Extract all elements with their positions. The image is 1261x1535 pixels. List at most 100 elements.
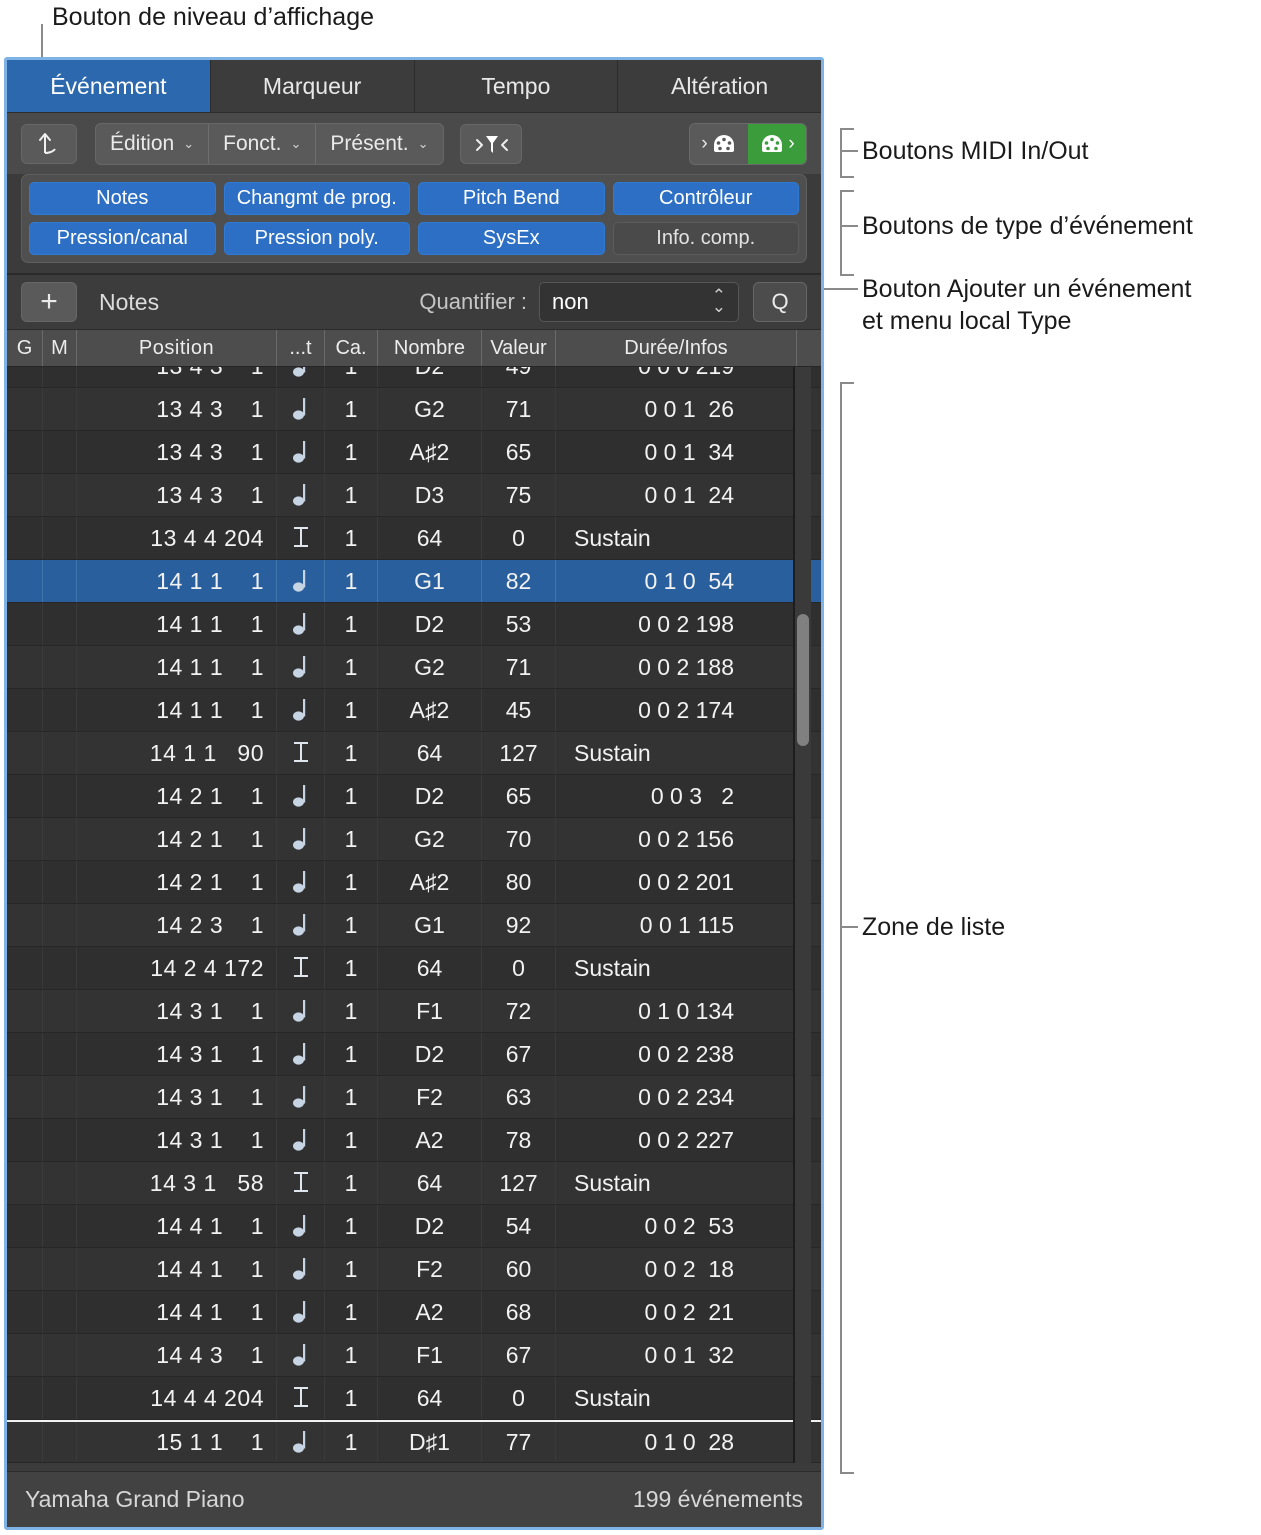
row-cell-g[interactable] xyxy=(7,732,43,774)
row-cell-type[interactable] xyxy=(277,646,325,688)
row-cell-position[interactable]: 13 4 3 1 xyxy=(77,367,277,387)
row-cell-duree-infos[interactable]: 0 0 2 234 xyxy=(556,1076,797,1118)
event-type-sysex[interactable]: SysEx xyxy=(418,222,605,255)
row-cell-valeur[interactable]: 63 xyxy=(482,1076,556,1118)
row-cell-duree-infos[interactable]: 0 0 2 174 xyxy=(556,689,797,731)
table-row[interactable]: 14 4 3 1 1 F1 67 0 0 1 32 xyxy=(7,1334,821,1377)
row-cell-type[interactable] xyxy=(277,1033,325,1075)
row-cell-channel[interactable]: 1 xyxy=(325,1162,378,1204)
row-cell-nombre[interactable]: F1 xyxy=(378,1334,482,1376)
table-row[interactable]: 14 4 1 1 1 F2 60 0 0 2 18 xyxy=(7,1248,821,1291)
row-cell-m[interactable] xyxy=(43,689,77,731)
row-cell-nombre[interactable]: 64 xyxy=(378,732,482,774)
row-cell-channel[interactable]: 1 xyxy=(325,990,378,1032)
row-cell-valeur[interactable]: 67 xyxy=(482,1033,556,1075)
row-cell-nombre[interactable]: D2 xyxy=(378,1033,482,1075)
column-header-m[interactable]: M xyxy=(43,330,77,366)
row-cell-g[interactable] xyxy=(7,818,43,860)
row-cell-channel[interactable]: 1 xyxy=(325,689,378,731)
row-cell-duree-infos[interactable]: 0 1 0 28 xyxy=(556,1422,797,1462)
row-cell-type[interactable] xyxy=(277,474,325,516)
row-cell-g[interactable] xyxy=(7,646,43,688)
table-row[interactable]: 13 4 3 1 1 D3 75 0 0 1 24 xyxy=(7,474,821,517)
row-cell-nombre[interactable]: 64 xyxy=(378,1377,482,1419)
row-cell-position[interactable]: 14 3 1 1 xyxy=(77,1033,277,1075)
row-cell-position[interactable]: 14 3 1 58 xyxy=(77,1162,277,1204)
row-cell-duree-infos[interactable]: Sustain xyxy=(556,732,797,774)
row-cell-position[interactable]: 14 1 1 90 xyxy=(77,732,277,774)
quantize-select[interactable]: non ⌃ ⌄ xyxy=(539,282,739,322)
row-cell-nombre[interactable]: G1 xyxy=(378,560,482,602)
event-type-program-change[interactable]: Changmt de prog. xyxy=(223,182,410,215)
table-row[interactable]: 14 2 1 1 1 A♯2 80 0 0 2 201 xyxy=(7,861,821,904)
row-cell-nombre[interactable]: F2 xyxy=(378,1076,482,1118)
row-cell-g[interactable] xyxy=(7,603,43,645)
column-header-nombre[interactable]: Nombre xyxy=(378,330,482,366)
row-cell-m[interactable] xyxy=(43,1422,77,1462)
row-cell-valeur[interactable]: 53 xyxy=(482,603,556,645)
row-cell-duree-infos[interactable]: 0 0 2 227 xyxy=(556,1119,797,1161)
row-cell-channel[interactable]: 1 xyxy=(325,1334,378,1376)
table-row[interactable]: 13 4 3 1 1D2490 0 0 219 xyxy=(7,367,821,388)
event-list-area[interactable]: 13 4 3 11D2490 0 0 21913 4 3 11G2710 0 1… xyxy=(7,367,821,1463)
column-header-channel[interactable]: Ca. xyxy=(325,330,378,366)
row-cell-nombre[interactable]: G2 xyxy=(378,818,482,860)
add-event-button[interactable]: + xyxy=(21,282,77,322)
table-row[interactable]: 14 2 1 1 1 G2 70 0 0 2 156 xyxy=(7,818,821,861)
row-cell-m[interactable] xyxy=(43,732,77,774)
row-cell-channel[interactable]: 1 xyxy=(325,947,378,989)
row-cell-nombre[interactable]: A♯2 xyxy=(378,861,482,903)
row-cell-duree-infos[interactable]: 0 0 2 188 xyxy=(556,646,797,688)
row-cell-m[interactable] xyxy=(43,947,77,989)
row-cell-m[interactable] xyxy=(43,388,77,430)
row-cell-position[interactable]: 14 1 1 1 xyxy=(77,560,277,602)
row-cell-position[interactable]: 14 4 4 204 xyxy=(77,1377,277,1419)
table-row[interactable]: 14 2 4 172 1 64 0 Sustain xyxy=(7,947,821,990)
row-cell-type[interactable] xyxy=(277,818,325,860)
row-cell-type[interactable] xyxy=(277,732,325,774)
event-type-poly-pressure[interactable]: Pression poly. xyxy=(223,222,410,255)
table-row[interactable]: 14 1 1 90 1 64 127 Sustain xyxy=(7,732,821,775)
row-cell-valeur[interactable]: 65 xyxy=(482,775,556,817)
row-cell-type[interactable] xyxy=(277,1205,325,1247)
row-cell-m[interactable] xyxy=(43,1033,77,1075)
row-cell-nombre[interactable]: A♯2 xyxy=(378,431,482,473)
row-cell-g[interactable] xyxy=(7,1119,43,1161)
row-cell-type[interactable] xyxy=(277,990,325,1032)
row-cell-position[interactable]: 14 2 1 1 xyxy=(77,861,277,903)
row-cell-position[interactable]: 14 4 1 1 xyxy=(77,1248,277,1290)
row-cell-type[interactable] xyxy=(277,1377,325,1419)
row-cell-m[interactable] xyxy=(43,1248,77,1290)
row-cell-duree-infos[interactable]: 0 0 2 198 xyxy=(556,603,797,645)
row-cell-type[interactable] xyxy=(277,560,325,602)
event-type-pitch-bend[interactable]: Pitch Bend xyxy=(418,182,605,215)
row-cell-type[interactable] xyxy=(277,1334,325,1376)
row-cell-valeur[interactable]: 67 xyxy=(482,1334,556,1376)
row-cell-g[interactable] xyxy=(7,474,43,516)
row-cell-position[interactable]: 14 4 3 1 xyxy=(77,1334,277,1376)
row-cell-type[interactable] xyxy=(277,775,325,817)
row-cell-duree-infos[interactable]: 0 0 1 32 xyxy=(556,1334,797,1376)
row-cell-m[interactable] xyxy=(43,1377,77,1419)
row-cell-nombre[interactable]: 64 xyxy=(378,517,482,559)
row-cell-type[interactable] xyxy=(277,367,325,387)
row-cell-valeur[interactable]: 0 xyxy=(482,1377,556,1419)
row-cell-nombre[interactable]: G2 xyxy=(378,646,482,688)
row-cell-duree-infos[interactable]: 0 0 1 115 xyxy=(556,904,797,946)
row-cell-m[interactable] xyxy=(43,367,77,387)
row-cell-g[interactable] xyxy=(7,1205,43,1247)
row-cell-valeur[interactable]: 127 xyxy=(482,732,556,774)
row-cell-channel[interactable]: 1 xyxy=(325,732,378,774)
row-cell-position[interactable]: 14 2 4 172 xyxy=(77,947,277,989)
row-cell-channel[interactable]: 1 xyxy=(325,517,378,559)
row-cell-channel[interactable]: 1 xyxy=(325,1119,378,1161)
row-cell-g[interactable] xyxy=(7,990,43,1032)
list-scrollbar-track[interactable] xyxy=(793,367,811,1463)
row-cell-type[interactable] xyxy=(277,517,325,559)
row-cell-type[interactable] xyxy=(277,1291,325,1333)
row-cell-g[interactable] xyxy=(7,560,43,602)
row-cell-duree-infos[interactable]: 0 0 1 34 xyxy=(556,431,797,473)
row-cell-position[interactable]: 14 1 1 1 xyxy=(77,646,277,688)
row-cell-g[interactable] xyxy=(7,1033,43,1075)
event-type-popup[interactable]: Notes xyxy=(99,289,159,316)
